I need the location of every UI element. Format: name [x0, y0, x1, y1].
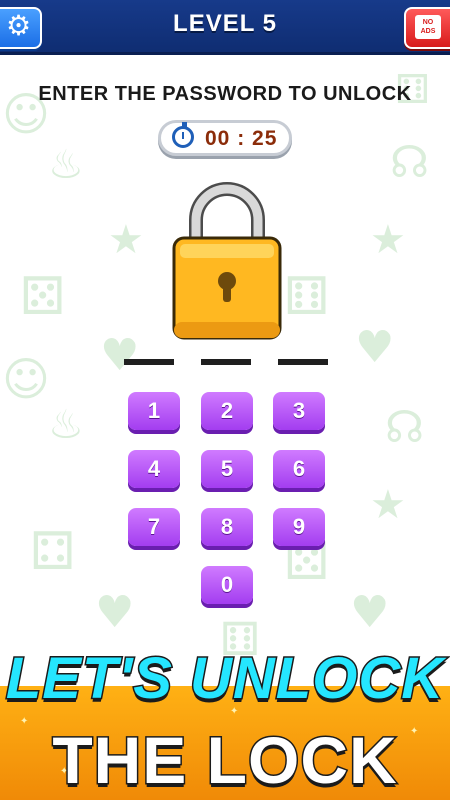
key-1[interactable]: 1: [128, 392, 180, 430]
heart-icon: ♥: [95, 587, 135, 638]
timer-value: 00 : 25: [205, 127, 278, 150]
ticket-icon: ★: [108, 217, 144, 263]
key-6[interactable]: 6: [273, 450, 325, 488]
key-0[interactable]: 0: [201, 566, 253, 604]
ticket-icon: ★: [370, 217, 406, 263]
code-slot-2: [201, 359, 251, 365]
flame-icon: ♨: [48, 402, 84, 448]
code-slot-1: [124, 359, 174, 365]
code-slot-3: [278, 359, 328, 365]
key-5[interactable]: 5: [201, 450, 253, 488]
no-ads-button[interactable]: NO ADS: [404, 7, 450, 49]
instruction-text: ENTER THE PASSWORD TO UNLOCK: [38, 83, 412, 105]
headphones-icon: ☊: [385, 402, 425, 453]
key-9[interactable]: 9: [273, 508, 325, 546]
countdown-timer: 00 : 25: [158, 120, 292, 156]
heart-icon: ♥: [355, 322, 395, 373]
top-bar: ⚙ LEVEL 5 NO ADS: [0, 0, 450, 55]
key-4[interactable]: 4: [128, 450, 180, 488]
padlock-icon: [172, 182, 282, 340]
banner-subheadline: THE LOCK: [51, 722, 398, 799]
dice-icon: ⚃: [30, 522, 76, 582]
heart-icon: ♥: [100, 330, 140, 381]
level-title: LEVEL 5: [173, 10, 277, 37]
flame-icon: ♨: [48, 142, 84, 188]
key-2[interactable]: 2: [201, 392, 253, 430]
headphones-icon: ☊: [390, 137, 430, 188]
smiley-icon: ☺: [2, 352, 50, 406]
no-ads-label: NO ADS: [415, 15, 441, 39]
dice-icon: ⚅: [284, 267, 330, 327]
ticket-icon: ★: [370, 482, 406, 528]
banner-headline: LET'S UNLOCK: [4, 645, 445, 713]
key-7[interactable]: 7: [128, 508, 180, 546]
key-8[interactable]: 8: [201, 508, 253, 546]
heart-icon: ♥: [350, 587, 390, 638]
key-3[interactable]: 3: [273, 392, 325, 430]
dice-icon: ⚄: [20, 267, 66, 327]
stopwatch-icon: [172, 122, 194, 148]
